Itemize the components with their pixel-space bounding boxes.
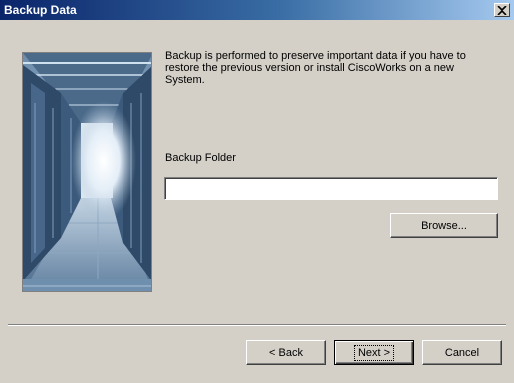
next-button[interactable]: Next > bbox=[334, 340, 414, 365]
close-button[interactable] bbox=[494, 3, 510, 17]
footer-separator bbox=[8, 324, 506, 326]
backup-folder-label: Backup Folder bbox=[165, 152, 236, 164]
back-button[interactable]: < Back bbox=[246, 340, 326, 365]
next-button-label: Next > bbox=[353, 344, 395, 361]
backup-description: Backup is performed to preserve importan… bbox=[165, 50, 466, 86]
browse-button-label: Browse... bbox=[421, 219, 467, 232]
back-button-label: < Back bbox=[269, 346, 303, 359]
backup-data-dialog: Backup Data Backup is performed to prese… bbox=[0, 0, 514, 383]
browse-button[interactable]: Browse... bbox=[390, 213, 498, 238]
server-room-image bbox=[22, 52, 152, 292]
close-icon bbox=[497, 5, 507, 15]
cancel-button[interactable]: Cancel bbox=[422, 340, 502, 365]
cancel-button-label: Cancel bbox=[444, 346, 480, 359]
window-title: Backup Data bbox=[4, 3, 77, 17]
title-bar[interactable]: Backup Data bbox=[0, 0, 514, 20]
backup-folder-input[interactable] bbox=[164, 177, 498, 200]
